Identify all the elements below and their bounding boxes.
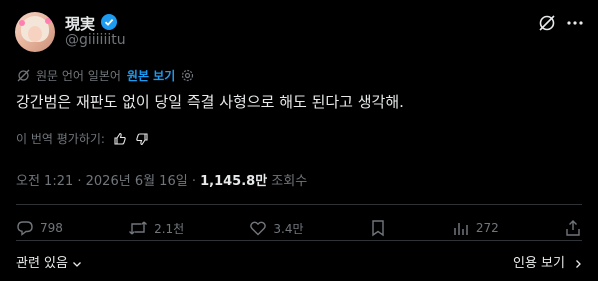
divider xyxy=(16,204,582,205)
view-quotes-label: 인용 보기 xyxy=(513,256,565,271)
translation-language-note: 원문 언어 일본어 xyxy=(36,69,121,83)
related-link[interactable]: 관련 있음 xyxy=(16,252,82,271)
retweet-button[interactable]: 2.1천 xyxy=(128,219,184,237)
view-quotes-link[interactable]: 인용 보기 xyxy=(513,252,583,271)
tweet-meta: 오전 1:21 · 2026년 6월 16일 · 1,145.8만 조회수 xyxy=(16,170,307,189)
views-count: 1,145.8만 xyxy=(200,174,268,189)
more-options-icon[interactable] xyxy=(565,13,585,33)
heart-decoration xyxy=(45,18,51,24)
verified-badge-icon xyxy=(101,14,117,30)
avatar-face xyxy=(28,26,42,42)
divider xyxy=(16,240,582,241)
retweet-icon xyxy=(128,219,148,237)
grok-translate-icon xyxy=(17,69,30,82)
heart-icon xyxy=(249,219,267,237)
retweet-count: 2.1천 xyxy=(154,221,185,236)
thumbs-up-icon[interactable] xyxy=(113,132,127,146)
reply-icon xyxy=(16,219,34,237)
display-name[interactable]: 現実 xyxy=(65,13,95,34)
views-count-action: 272 xyxy=(475,221,499,235)
like-count: 3.4만 xyxy=(273,221,304,236)
share-icon xyxy=(564,219,582,237)
reply-button[interactable]: 798 xyxy=(16,219,63,237)
views-label: 조회수 xyxy=(267,174,308,189)
translation-settings-icon[interactable] xyxy=(181,69,194,82)
share-button[interactable] xyxy=(564,219,582,237)
heart-decoration xyxy=(19,20,25,26)
chevron-right-icon xyxy=(573,259,583,269)
bookmark-icon xyxy=(369,219,387,237)
action-bar: 798 2.1천 3.4만 272 xyxy=(16,219,582,237)
bookmark-button[interactable] xyxy=(369,219,387,237)
avatar[interactable] xyxy=(15,12,55,52)
like-button[interactable]: 3.4만 xyxy=(249,219,304,237)
rate-translation-label: 이 번역 평가하기: xyxy=(16,132,105,146)
related-label: 관련 있음 xyxy=(16,256,68,271)
show-original-button[interactable]: 원본 보기 xyxy=(127,67,175,84)
reply-count: 798 xyxy=(40,221,63,235)
views-button[interactable]: 272 xyxy=(452,219,499,237)
handle[interactable]: @giiiiiitu xyxy=(65,32,126,48)
grok-icon[interactable] xyxy=(538,14,556,32)
rate-translation-row: 이 번역 평가하기: xyxy=(16,130,149,147)
chevron-down-icon xyxy=(72,259,82,269)
views-chart-icon xyxy=(452,219,470,237)
tweet-text: 강간범은 재판도 없이 당일 즉결 사형으로 해도 된다고 생각해. xyxy=(16,93,404,111)
tweet-timestamp[interactable]: 오전 1:21 · 2026년 6월 16일 · xyxy=(16,174,200,189)
translation-row: 원문 언어 일본어 원본 보기 xyxy=(17,67,194,84)
thumbs-down-icon[interactable] xyxy=(135,132,149,146)
